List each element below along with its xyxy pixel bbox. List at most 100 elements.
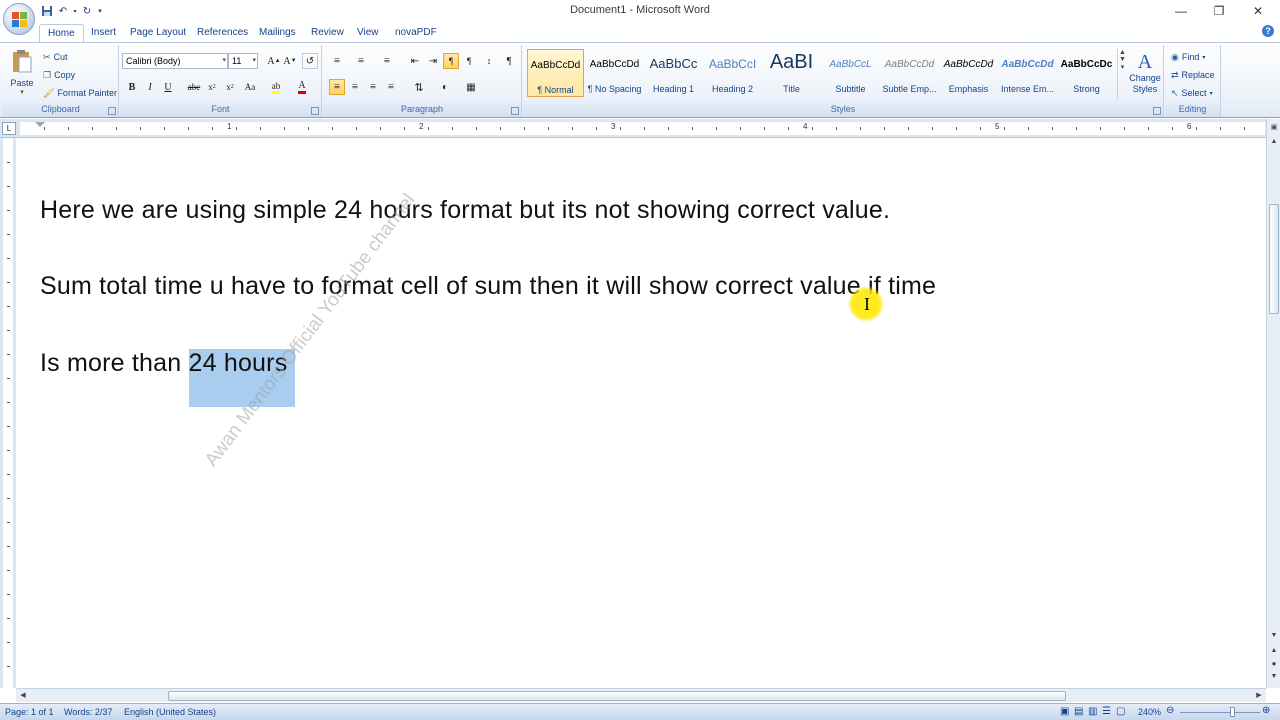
scroll-up-icon[interactable]: ▲: [1269, 137, 1279, 147]
close-icon[interactable]: ✕: [1240, 2, 1276, 20]
zoom-level[interactable]: 240%: [1138, 707, 1161, 717]
bullets-icon[interactable]: ≡: [329, 53, 345, 69]
minimize-icon[interactable]: —: [1163, 2, 1199, 20]
paragraph-line-1[interactable]: Here we are using simple 24 hours format…: [40, 196, 890, 225]
align-right-icon[interactable]: ≡: [365, 79, 381, 95]
next-page-icon[interactable]: ▼: [1269, 672, 1279, 682]
shrink-font-icon[interactable]: A ▼: [282, 53, 298, 69]
font-launcher-icon[interactable]: [311, 107, 319, 115]
style-normal[interactable]: AaBbCcDd ¶ Normal: [527, 49, 584, 97]
line-spacing-icon[interactable]: ⇅: [411, 79, 427, 95]
find-button[interactable]: ◉ Find ▾: [1171, 49, 1205, 65]
style-heading-2[interactable]: AaBbCcI Heading 2: [704, 49, 761, 97]
line3-prefix: Is more than: [40, 349, 189, 377]
bold-button[interactable]: B: [124, 79, 140, 95]
scroll-down-icon[interactable]: ▼: [1269, 631, 1279, 641]
zoom-out-icon[interactable]: ⊖: [1166, 705, 1174, 716]
print-layout-icon[interactable]: ▣: [1060, 706, 1069, 717]
previous-page-icon[interactable]: ▲: [1269, 646, 1279, 656]
justify-icon[interactable]: ≡: [383, 79, 399, 95]
tab-review[interactable]: Review: [303, 24, 352, 42]
zoom-in-icon[interactable]: ⊕: [1262, 705, 1270, 716]
restore-icon[interactable]: ❐: [1201, 2, 1237, 20]
vertical-scrollbar[interactable]: ▣ ▲ ▼ ▲ ● ▼: [1266, 119, 1280, 688]
superscript-icon[interactable]: x2: [222, 79, 238, 95]
full-screen-reading-icon[interactable]: ▤: [1074, 706, 1083, 717]
clear-formatting-icon[interactable]: ↺: [302, 53, 318, 69]
sort-icon[interactable]: ↕: [481, 53, 497, 69]
tab-insert[interactable]: Insert: [83, 24, 124, 42]
tab-references[interactable]: References: [189, 24, 256, 42]
rtl-icon[interactable]: ¶: [461, 53, 477, 69]
tab-mailings[interactable]: Mailings: [251, 24, 304, 42]
tab-page-layout[interactable]: Page Layout: [122, 24, 194, 42]
font-family-combo[interactable]: Calibri (Body) ▾: [122, 53, 228, 69]
multilevel-list-icon[interactable]: ≡: [379, 53, 395, 69]
italic-button[interactable]: I: [142, 79, 158, 95]
style-no-spacing[interactable]: AaBbCcDd ¶ No Spacing: [586, 49, 643, 97]
scroll-thumb[interactable]: [1269, 204, 1279, 314]
page-count[interactable]: Page: 1 of 1: [5, 707, 54, 717]
paragraph-line-2[interactable]: Sum total time u have to format cell of …: [40, 272, 936, 301]
strikethrough-icon[interactable]: abc: [186, 79, 202, 95]
shading-icon[interactable]: ◐: [437, 79, 453, 95]
scroll-left-icon[interactable]: ◀: [18, 691, 28, 701]
style-emphasis[interactable]: AaBbCcDd Emphasis: [940, 49, 997, 97]
align-center-icon[interactable]: ≡: [347, 79, 363, 95]
paragraph-launcher-icon[interactable]: [511, 107, 519, 115]
highlight-icon[interactable]: ab: [268, 79, 284, 95]
style-heading-1[interactable]: AaBbCc Heading 1: [645, 49, 702, 97]
cut-button[interactable]: ✂ Cut: [43, 49, 68, 65]
style-strong[interactable]: AaBbCcDc Strong: [1058, 49, 1115, 97]
chevron-down-icon: ▾: [222, 57, 226, 64]
word-count[interactable]: Words: 2/37: [64, 707, 112, 717]
paragraph-line-3[interactable]: Is more than 24 hours: [40, 349, 296, 407]
borders-icon[interactable]: ▦: [463, 79, 479, 95]
office-button[interactable]: [3, 3, 35, 35]
style-intense-emphasis[interactable]: AaBbCcDd Intense Em...: [999, 49, 1056, 97]
zoom-slider-thumb[interactable]: [1230, 707, 1235, 717]
font-color-icon[interactable]: A: [294, 79, 310, 95]
tab-novapdf[interactable]: novaPDF: [387, 24, 445, 42]
tab-home[interactable]: Home: [39, 24, 84, 42]
document-page[interactable]: Here we are using simple 24 hours format…: [16, 138, 1266, 688]
ruler-toggle-icon[interactable]: ▣: [1269, 123, 1279, 133]
increase-indent-icon[interactable]: ⇥: [425, 53, 441, 69]
style-subtle-emphasis[interactable]: AaBbCcDd Subtle Emp...: [881, 49, 938, 97]
show-formatting-icon[interactable]: ¶: [501, 53, 517, 69]
paste-button[interactable]: Paste ▾: [7, 49, 37, 101]
hscroll-thumb[interactable]: [168, 691, 1066, 701]
web-layout-icon[interactable]: ▥: [1088, 706, 1097, 717]
format-painter-button[interactable]: 🖌 Format Painter: [43, 85, 117, 101]
style-title[interactable]: AaBI Title: [763, 49, 820, 97]
font-size-combo[interactable]: 11 ▾: [228, 53, 258, 69]
grow-font-icon[interactable]: A ▲: [266, 53, 282, 69]
align-left-icon[interactable]: ≡: [329, 79, 345, 95]
numbering-icon[interactable]: ≡: [353, 53, 369, 69]
tab-view[interactable]: View: [349, 24, 387, 42]
help-icon[interactable]: ?: [1262, 25, 1274, 37]
horizontal-ruler[interactable]: 1 2 3 4 5 6: [20, 122, 1265, 135]
change-styles-button[interactable]: A Change Styles: [1127, 51, 1163, 103]
draft-icon[interactable]: ▢: [1116, 706, 1125, 717]
browse-object-icon[interactable]: ●: [1269, 659, 1279, 669]
copy-button[interactable]: ❐ Copy: [43, 67, 75, 83]
zoom-slider-track[interactable]: [1180, 712, 1260, 713]
scroll-right-icon[interactable]: ▶: [1254, 691, 1264, 701]
tab-selector[interactable]: L: [2, 122, 16, 135]
style-subtitle[interactable]: AaBbCcL Subtitle: [822, 49, 879, 97]
change-case-icon[interactable]: Aa: [242, 79, 258, 95]
styles-launcher-icon[interactable]: [1153, 107, 1161, 115]
ltr-icon[interactable]: ¶: [443, 53, 459, 69]
replace-button[interactable]: ⇄ Replace: [1171, 67, 1215, 83]
ruler-tick: [1028, 127, 1029, 130]
decrease-indent-icon[interactable]: ⇤: [407, 53, 423, 69]
underline-button[interactable]: U: [160, 79, 176, 95]
clipboard-launcher-icon[interactable]: [108, 107, 116, 115]
horizontal-scrollbar[interactable]: ◀ ▶: [16, 688, 1266, 702]
ruler-tick: [620, 127, 621, 130]
subscript-icon[interactable]: x2: [204, 79, 220, 95]
outline-icon[interactable]: ☰: [1102, 706, 1111, 717]
select-button[interactable]: ↖ Select ▾: [1171, 85, 1213, 101]
language-indicator[interactable]: English (United States): [124, 707, 216, 717]
